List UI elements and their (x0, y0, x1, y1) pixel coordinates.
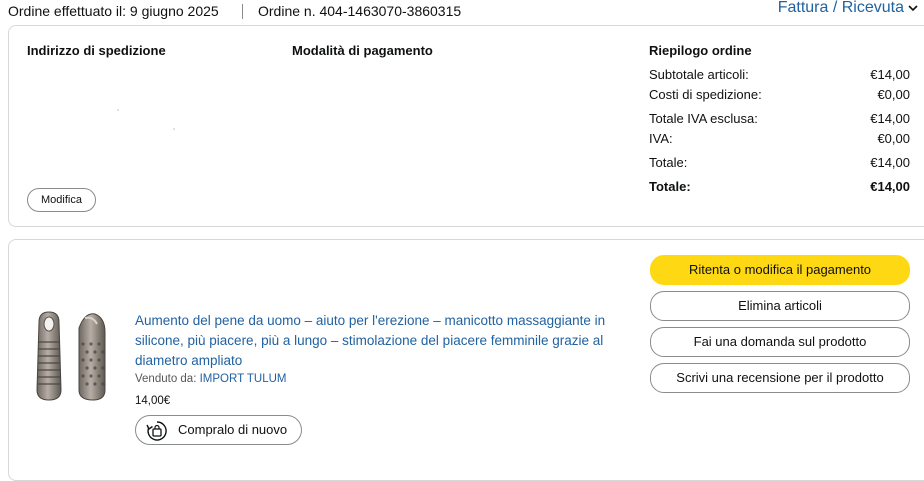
invoice-link[interactable]: Fattura / Ricevuta (778, 0, 918, 17)
payment-method-heading: Modalità di pagamento (292, 43, 433, 58)
summary-label: Totale: (649, 179, 691, 194)
invoice-link-label: Fattura / Ricevuta (777, 0, 904, 16)
summary-row-grand-total: Totale: €14,00 (649, 179, 910, 194)
summary-value: €14,00 (870, 179, 910, 194)
reorder-bag-icon (146, 420, 168, 445)
ask-question-button[interactable]: Fai una domanda sul prodotto (650, 327, 910, 357)
buy-again-label: Compralo di nuovo (178, 422, 288, 437)
order-number: Ordine n. 404-1463070-3860315 (258, 3, 462, 19)
summary-value: €14,00 (870, 67, 910, 82)
order-header: Ordine effettuato il: 9 giugno 2025 Ordi… (0, 0, 924, 24)
shipping-address-heading: Indirizzo di spedizione (27, 43, 166, 58)
edit-button[interactable]: Modifica (27, 188, 96, 212)
chevron-down-icon (908, 0, 918, 17)
seller-link[interactable]: IMPORT TULUM (200, 373, 287, 385)
summary-value: €14,00 (870, 111, 910, 126)
order-item-card: Aumento del pene da uomo – aiuto per l'e… (8, 239, 924, 481)
write-review-button[interactable]: Scrivi una recensione per il prodotto (650, 363, 910, 393)
summary-value: €14,00 (870, 155, 910, 170)
summary-row-vat: IVA: €0,00 (649, 131, 910, 146)
summary-label: Totale IVA esclusa: (649, 111, 758, 126)
summary-label: Subtotale articoli: (649, 67, 749, 82)
redacted-mark (173, 128, 175, 130)
summary-label: Totale: (649, 155, 688, 170)
sold-by-label: Venduto da: (135, 373, 197, 385)
order-details-card: Indirizzo di spedizione Modalità di paga… (8, 25, 924, 227)
sold-by: Venduto da: IMPORT TULUM (135, 373, 287, 385)
summary-row-subtotal: Subtotale articoli: €14,00 (649, 67, 910, 82)
summary-row-total: Totale: €14,00 (649, 155, 910, 170)
order-summary-heading: Riepilogo ordine (649, 43, 752, 58)
product-title-link[interactable]: Aumento del pene da uomo – aiuto per l'e… (135, 311, 625, 371)
order-date: Ordine effettuato il: 9 giugno 2025 (8, 3, 219, 19)
summary-row-shipping: Costi di spedizione: €0,00 (649, 87, 910, 102)
product-image[interactable] (33, 310, 117, 402)
summary-row-total-excl-vat: Totale IVA esclusa: €14,00 (649, 111, 910, 126)
item-price: 14,00€ (135, 395, 171, 407)
header-divider (242, 4, 243, 19)
summary-value: €0,00 (877, 87, 910, 102)
summary-label: IVA: (649, 131, 673, 146)
summary-value: €0,00 (877, 131, 910, 146)
summary-label: Costi di spedizione: (649, 87, 762, 102)
buy-again-button[interactable]: Compralo di nuovo (135, 415, 302, 445)
delete-items-button[interactable]: Elimina articoli (650, 291, 910, 321)
redacted-mark (117, 109, 119, 111)
retry-payment-button[interactable]: Ritenta o modifica il pagamento (650, 255, 910, 285)
